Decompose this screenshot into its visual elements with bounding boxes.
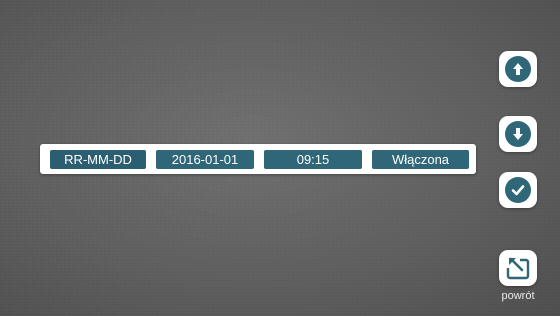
checkmark-icon	[505, 177, 531, 203]
date-time-settings-bar: RR-MM-DD 2016-01-01 09:15 Włączona	[40, 144, 476, 174]
up-button[interactable]	[499, 51, 537, 87]
confirm-button[interactable]	[499, 172, 537, 208]
return-icon	[506, 256, 530, 280]
back-button[interactable]	[499, 250, 537, 286]
arrow-up-icon	[505, 56, 531, 82]
status-field[interactable]: Włączona	[372, 150, 469, 169]
date-format-field[interactable]: RR-MM-DD	[50, 150, 146, 169]
down-button[interactable]	[499, 116, 537, 152]
back-label: powrót	[501, 290, 535, 302]
arrow-down-icon	[505, 121, 531, 147]
time-field[interactable]: 09:15	[264, 150, 362, 169]
date-field[interactable]: 2016-01-01	[156, 150, 254, 169]
